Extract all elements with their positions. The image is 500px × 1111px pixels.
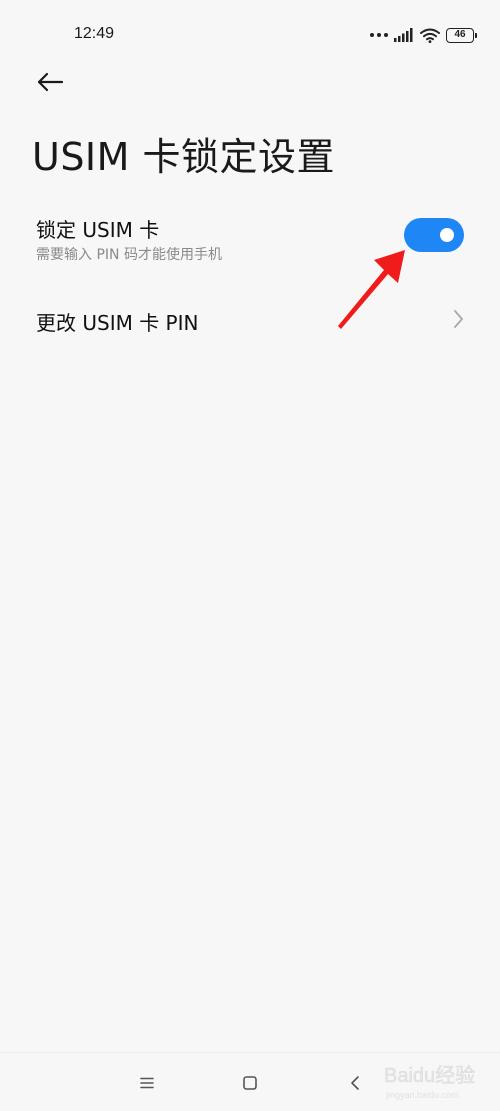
page-title: USIM 卡锁定设置 xyxy=(32,135,336,179)
red-arrow-annotation xyxy=(338,250,405,329)
toggle-knob xyxy=(440,228,454,242)
watermark-text: Baidu经验 xyxy=(384,1064,475,1087)
status-icons: 46 xyxy=(370,26,477,44)
arrow-left-icon xyxy=(37,72,64,92)
chevron-right-icon xyxy=(454,310,463,328)
wifi-icon xyxy=(420,28,440,43)
menu-icon xyxy=(140,1077,154,1089)
baidu-watermark: Baidu经验 jingyan.baidu.com xyxy=(384,1064,476,1100)
battery-icon: 46 xyxy=(446,27,477,43)
change-pin-title: 更改 USIM 卡 PIN xyxy=(36,311,199,335)
cellular-signal-icon xyxy=(394,28,413,42)
watermark-url: jingyan.baidu.com xyxy=(385,1090,459,1100)
status-bar: 12:49 46 xyxy=(0,0,500,70)
lock-sim-subtitle: 需要输入 PIN 码才能使用手机 xyxy=(36,247,222,263)
lock-sim-toggle[interactable] xyxy=(404,218,464,252)
menu-button[interactable] xyxy=(135,1071,159,1095)
lock-sim-title: 锁定 USIM 卡 xyxy=(36,218,160,242)
back-icon xyxy=(351,1076,359,1090)
nav-back-button[interactable] xyxy=(343,1071,367,1095)
home-button[interactable] xyxy=(238,1071,262,1095)
status-time: 12:49 xyxy=(74,25,115,42)
signal-dots-icon xyxy=(370,33,388,37)
change-pin-row[interactable]: 更改 USIM 卡 PIN xyxy=(0,292,500,348)
back-button[interactable] xyxy=(30,64,70,100)
home-icon xyxy=(243,1076,257,1090)
